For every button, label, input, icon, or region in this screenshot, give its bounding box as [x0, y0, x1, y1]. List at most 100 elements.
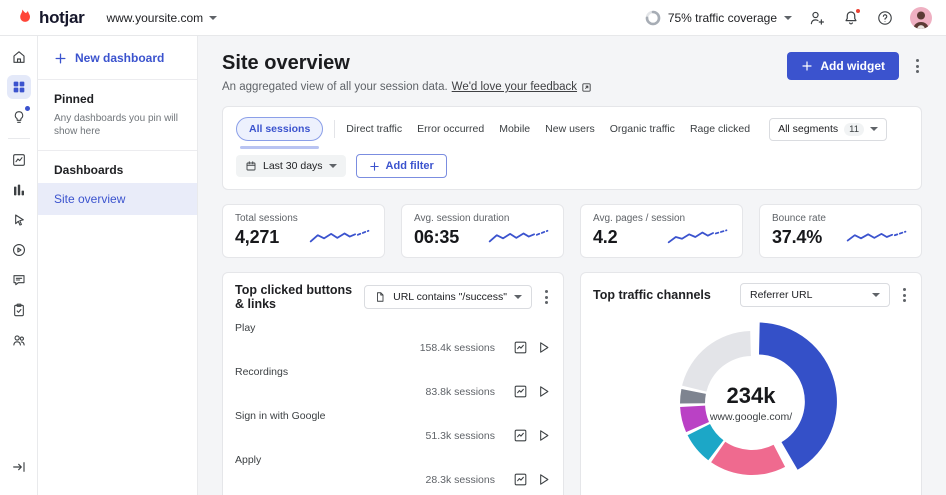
play-recordings-button[interactable] — [536, 384, 551, 399]
sparkline-chart — [667, 229, 728, 244]
nav-heatmaps[interactable] — [7, 208, 31, 232]
calendar-icon — [246, 161, 256, 171]
help-icon — [878, 10, 892, 25]
plus-icon — [802, 61, 812, 71]
referrer-dropdown[interactable]: Referrer URL — [740, 283, 890, 307]
play-icon — [540, 474, 549, 485]
user-avatar[interactable] — [910, 6, 932, 29]
view-trend-button[interactable] — [513, 428, 528, 443]
widget-menu-button[interactable] — [542, 287, 551, 307]
top-clicked-widget: Top clicked buttons & links URL contains… — [222, 272, 564, 495]
play-icon — [540, 386, 549, 397]
date-range-value: Last 30 days — [263, 160, 323, 172]
nav-trends[interactable] — [7, 148, 31, 172]
segment-tab-all-sessions[interactable]: All sessions — [236, 117, 324, 149]
nav-home[interactable] — [7, 45, 31, 69]
clicked-item-row: Apply 28.3k sessions — [235, 454, 551, 487]
metric-card-total-sessions[interactable]: Total sessions 4,271 — [222, 204, 385, 258]
nav-dashboards[interactable] — [6, 75, 31, 99]
new-dashboard-label: New dashboard — [75, 51, 165, 65]
traffic-coverage-label: 75% traffic coverage — [667, 10, 777, 25]
site-selector-value: www.yoursite.com — [106, 10, 204, 25]
play-recordings-button[interactable] — [536, 340, 551, 355]
topbar-actions: 75% traffic coverage — [645, 6, 932, 29]
metric-value: 06:35 — [414, 226, 460, 247]
add-widget-button[interactable]: Add widget — [787, 52, 899, 80]
all-segments-dropdown[interactable]: All segments 11 — [769, 117, 888, 141]
nav-feedback[interactable] — [7, 268, 31, 292]
clipboard-check-icon — [13, 303, 24, 317]
nav-surveys[interactable] — [7, 298, 31, 322]
play-recordings-button[interactable] — [536, 472, 551, 487]
sparkline-chart — [846, 230, 907, 242]
segment-tab-organic-traffic[interactable]: Organic traffic — [610, 123, 675, 135]
page-icon — [377, 292, 384, 302]
segment-tab-mobile[interactable]: Mobile — [499, 123, 530, 135]
date-range-dropdown[interactable]: Last 30 days — [236, 155, 346, 177]
notifications-button[interactable] — [842, 7, 861, 27]
view-trend-button[interactable] — [513, 340, 528, 355]
play-icon — [540, 430, 549, 441]
nav-interviews[interactable] — [7, 328, 31, 352]
traffic-channels-widget: Top traffic channels Referrer URL 234k w… — [580, 272, 922, 495]
metric-card-avg-pages-session[interactable]: Avg. pages / session 4.2 — [580, 204, 743, 258]
play-recordings-button[interactable] — [536, 428, 551, 443]
hotjar-app: hotjar www.yoursite.com 75% traffic cove… — [0, 0, 946, 495]
segment-tab-direct-traffic[interactable]: Direct traffic — [346, 123, 402, 135]
site-selector[interactable]: www.yoursite.com — [106, 10, 218, 25]
sessions-count: 83.8k sessions — [425, 385, 495, 398]
traffic-coverage-menu[interactable]: 75% traffic coverage — [645, 10, 792, 26]
new-feature-dot — [24, 106, 30, 111]
filters-card: All sessions Direct traffic Error occurr… — [222, 106, 922, 190]
donut-chart-svg[interactable] — [593, 311, 911, 493]
external-link-icon — [582, 82, 591, 92]
clicked-item-label: Play — [235, 322, 256, 334]
trend-icon — [514, 429, 527, 442]
page-title: Site overview — [222, 52, 350, 74]
collapse-sidebar-button[interactable] — [7, 455, 31, 479]
metric-value: 4,271 — [235, 226, 280, 247]
hotjar-logo[interactable]: hotjar — [16, 8, 85, 28]
view-trend-button[interactable] — [513, 384, 528, 399]
clicked-item-row: Play 158.4k sessions — [235, 322, 551, 355]
nav-funnels[interactable] — [7, 178, 31, 202]
view-trend-button[interactable] — [513, 472, 528, 487]
page-subtitle: An aggregated view of all your session d… — [222, 81, 448, 93]
pinned-hint: Any dashboards you pin will show here — [54, 113, 178, 137]
nav-recordings[interactable] — [7, 238, 31, 262]
chevron-down-icon — [328, 164, 337, 168]
segment-tab-rage-clicked[interactable]: Rage clicked — [690, 123, 750, 135]
metric-card-bounce-rate[interactable]: Bounce rate 37.4% — [759, 204, 922, 258]
add-filter-button[interactable]: Add filter — [355, 154, 447, 178]
nav-insights[interactable] — [7, 105, 31, 129]
segment-tab-new-users[interactable]: New users — [545, 123, 595, 135]
rail-divider — [7, 138, 30, 139]
avatar-image — [910, 6, 932, 29]
main-content: Site overview An aggregated view of all … — [198, 36, 946, 495]
sidebar-item-site-overview[interactable]: Site overview — [38, 183, 197, 215]
metric-cards: Total sessions 4,271 Avg. session durati… — [222, 204, 922, 258]
trend-icon — [514, 341, 527, 354]
help-button[interactable] — [876, 9, 894, 27]
metric-card-avg-session-duration[interactable]: Avg. session duration 06:35 — [401, 204, 564, 258]
segment-tab-error-occurred[interactable]: Error occurred — [417, 123, 484, 135]
feedback-link[interactable]: We'd love your feedback — [452, 81, 577, 93]
collapse-arrow-icon — [12, 462, 25, 472]
clicked-item-label: Sign in with Google — [235, 410, 326, 422]
metric-label: Avg. session duration — [414, 213, 510, 224]
home-icon — [12, 51, 25, 63]
chevron-down-icon — [872, 293, 880, 297]
lightbulb-icon — [14, 111, 23, 123]
sessions-count: 51.3k sessions — [425, 429, 495, 442]
sessions-count: 158.4k sessions — [419, 341, 495, 354]
sparkline-chart — [488, 229, 549, 243]
url-filter-dropdown[interactable]: URL contains "/success" — [364, 285, 532, 309]
new-dashboard-button[interactable]: New dashboard — [38, 36, 197, 79]
widget-menu-button[interactable] — [900, 285, 909, 305]
clicked-item-label: Apply — [235, 454, 262, 466]
page-menu-button[interactable] — [913, 56, 922, 76]
segment-divider — [334, 120, 336, 138]
clicked-item-label: Recordings — [235, 366, 289, 378]
metric-label: Total sessions — [235, 213, 298, 224]
invite-user-button[interactable] — [808, 9, 826, 27]
